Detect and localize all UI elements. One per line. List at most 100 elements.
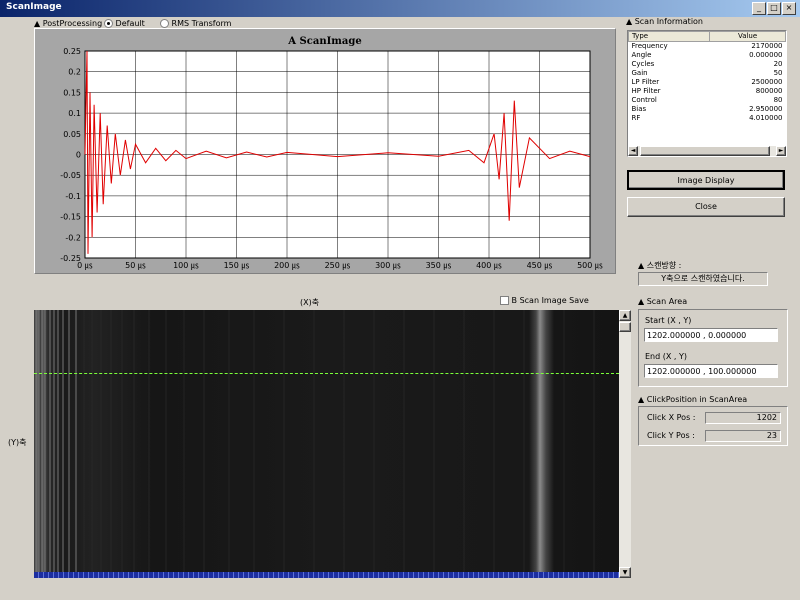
scan-info-list[interactable]: Type Value Frequency 2170000 Angle 0.000000… [627, 30, 787, 157]
scan-info-value: 4.010000 [749, 114, 783, 122]
y-tick-label: 0.15 [63, 88, 81, 97]
scan-info-type: Gain [631, 69, 648, 77]
scroll-down-button[interactable]: ▼ [619, 567, 631, 578]
scan-info-hscrollbar[interactable]: ◄ ► [628, 146, 786, 156]
x-tick-label: 200 ㎲ [274, 261, 300, 271]
close-button[interactable]: Close [627, 197, 785, 217]
click-y-label: Click Y Pos : [647, 431, 695, 440]
chart-title: A ScanImage [287, 36, 361, 47]
scroll-thumb[interactable] [619, 322, 631, 332]
type-column-header[interactable]: Type [627, 31, 711, 42]
y-tick-label: 0.2 [68, 68, 81, 77]
scan-info-row[interactable]: RF 4.010000 [629, 114, 786, 123]
scan-info-type: LP Filter [631, 78, 660, 86]
scan-info-row[interactable]: Frequency 2170000 [629, 42, 786, 52]
postprocessing-label: PostProcessing [42, 19, 103, 28]
y-tick-label: 0.25 [63, 47, 81, 56]
scan-info-row[interactable]: Gain 50 [629, 69, 786, 78]
y-tick-label: -0.15 [60, 213, 81, 222]
start-label: Start (X , Y) [645, 316, 692, 325]
rms-radio-label: RMS Transform [171, 19, 232, 28]
window-title: ScanImage [6, 2, 62, 12]
scan-info-value: 20 [773, 60, 783, 68]
triangle-icon: ▲ [638, 261, 645, 270]
default-radio-label: Default [115, 19, 145, 28]
click-position-label: ClickPosition in ScanArea [646, 395, 748, 404]
close-window-button[interactable]: × [782, 2, 796, 15]
end-label: End (X , Y) [645, 352, 687, 361]
scan-line-marker [34, 373, 619, 374]
rms-transform-radio[interactable]: RMS Transform [160, 19, 231, 28]
scan-info-header-row: Type Value [627, 31, 786, 42]
y-tick-label: 0 [76, 151, 81, 160]
scan-info-value: 2170000 [751, 42, 783, 50]
scan-info-row[interactable]: Bias 2.950000 [629, 105, 786, 114]
scan-info-type: Bias [631, 105, 647, 113]
h-scroll-thumb[interactable] [640, 146, 770, 156]
start-field[interactable] [644, 328, 778, 342]
scan-info-type: RF [631, 114, 641, 122]
bscan-save-label: B Scan Image Save [511, 296, 589, 305]
scan-info-type: Angle [631, 51, 652, 59]
x-tick-label: 50 ㎲ [125, 261, 146, 271]
image-display-button[interactable]: Image Display [627, 170, 785, 190]
bscan-save-checkbox[interactable]: B Scan Image Save [500, 296, 589, 305]
x-tick-label: 400 ㎲ [476, 261, 502, 271]
scan-info-row[interactable]: LP Filter 2500000 [629, 78, 786, 87]
y-tick-label: -0.2 [65, 233, 81, 242]
y-tick-label: -0.1 [65, 192, 81, 201]
scroll-up-button[interactable]: ▲ [619, 310, 631, 321]
end-field[interactable] [644, 364, 778, 378]
x-tick-label: 100 ㎲ [173, 261, 199, 271]
scan-info-label: Scan Information [634, 17, 704, 26]
scan-info-row[interactable]: HP Filter 800000 [629, 87, 786, 96]
scan-info-value: 2500000 [751, 78, 783, 86]
y-axis-label: (Y)축 [8, 438, 27, 447]
a-scan-chart: A ScanImage0 ㎲ 50 ㎲ 100 ㎲ 150 ㎲ 200 ㎲ 250 ㎲ 30… [60, 36, 603, 271]
y-tick-label: -0.05 [60, 171, 81, 180]
scan-direction-heading: ▲ 스캔방향 : [638, 260, 681, 271]
b-scan-image[interactable] [34, 310, 619, 578]
scan-info-row[interactable]: Angle 0.000000 [629, 51, 786, 60]
scan-info-value: 800000 [755, 87, 783, 95]
scan-area-label: Scan Area [646, 297, 688, 306]
scan-info-type: Cycles [631, 60, 655, 68]
click-x-value: 1202 [705, 412, 781, 424]
y-tick-label: -0.25 [60, 254, 81, 263]
radio-selected-icon [104, 19, 113, 28]
maximize-button[interactable]: □ [767, 2, 781, 15]
triangle-icon: ▲ [638, 395, 645, 404]
postprocessing-group: ▲ PostProcessing [34, 19, 102, 28]
click-position-heading: ▲ ClickPosition in ScanArea [638, 395, 747, 404]
y-tick-label: 0.1 [68, 109, 81, 118]
scan-info-row[interactable]: Control 80 [629, 96, 786, 105]
scan-info-value: 80 [773, 96, 783, 104]
click-y-value: 23 [705, 430, 781, 442]
triangle-icon: ▲ [34, 19, 41, 28]
default-radio[interactable]: Default [104, 19, 145, 28]
x-axis-label: (X)축 [300, 298, 320, 307]
scan-area-group: Start (X , Y) End (X , Y) [638, 309, 788, 387]
x-tick-label: 300 ㎲ [375, 261, 401, 271]
x-tick-label: 500 ㎲ [577, 261, 603, 271]
y-tick-label: 0.05 [63, 130, 81, 139]
value-column-header[interactable]: Value [709, 31, 786, 42]
x-tick-label: 350 ㎲ [426, 261, 452, 271]
scan-info-type: Frequency [631, 42, 668, 50]
minimize-button[interactable]: _ [752, 2, 766, 15]
scroll-right-button[interactable]: ► [776, 146, 786, 156]
click-x-label: Click X Pos : [647, 413, 696, 422]
radio-icon [160, 19, 169, 28]
title-bar: ScanImage _ □ × [0, 0, 800, 17]
scan-info-type: HP Filter [631, 87, 661, 95]
scan-info-heading: ▲ Scan Information [626, 17, 703, 26]
a-scan-chart-panel: A ScanImage 0 ㎲ 50 ㎲ 100 ㎲ 150 ㎲ 200 ㎲ 250 ㎲ 30… [34, 28, 616, 274]
triangle-icon: ▲ [638, 297, 645, 306]
scan-info-row[interactable]: Cycles 20 [629, 60, 786, 69]
scan-info-value: 0.000000 [749, 51, 783, 59]
scroll-left-button[interactable]: ◄ [628, 146, 638, 156]
scan-info-value: 2.950000 [749, 105, 783, 113]
scan-info-table: Type Value Frequency 2170000 Angle 0.000000… [627, 31, 786, 123]
scan-direction-value: Y축으로 스캔하였습니다. [638, 272, 768, 286]
b-scan-scrollbar[interactable]: ▲ ▼ [619, 310, 631, 578]
